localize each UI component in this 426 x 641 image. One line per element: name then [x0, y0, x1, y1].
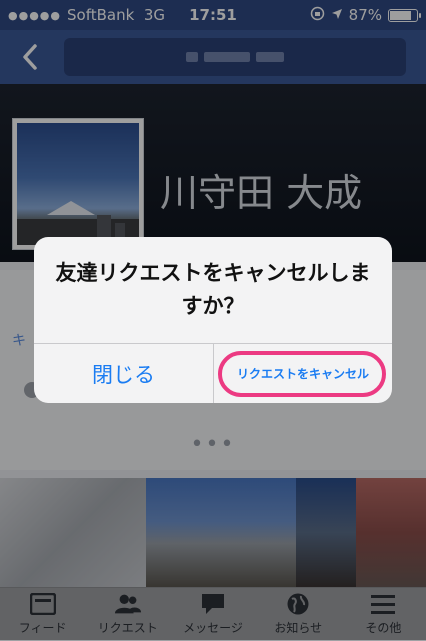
alert-message: 友達リクエストをキャンセルしますか？	[55, 261, 371, 318]
highlight-annotation	[218, 351, 386, 397]
close-button[interactable]: 閉じる	[34, 344, 213, 403]
